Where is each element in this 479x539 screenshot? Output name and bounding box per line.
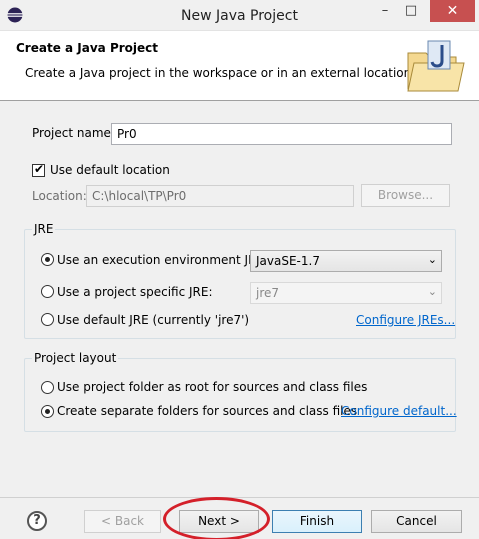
project-root-label: Use project folder as root for sources a…: [57, 380, 368, 394]
default-jre-label: Use default JRE (currently 'jre7'): [57, 313, 250, 327]
minimize-button[interactable]: –: [372, 0, 398, 22]
checkmark-icon: ✔: [34, 162, 45, 176]
java-project-folder-icon: [407, 40, 465, 92]
next-button[interactable]: Next >: [179, 510, 259, 533]
chevron-down-icon: ⌄: [427, 285, 437, 298]
configure-default-link[interactable]: Configure default...: [341, 404, 457, 418]
project-name-label: Project name:: [32, 126, 115, 140]
browse-button: Browse...: [361, 184, 450, 207]
help-icon[interactable]: ?: [27, 511, 47, 531]
project-layout-group: [24, 358, 456, 432]
project-specific-jre-radio[interactable]: [41, 285, 54, 298]
default-jre-radio[interactable]: [41, 313, 54, 326]
project-name-input[interactable]: Pr0: [111, 123, 452, 145]
execution-environment-radio[interactable]: [41, 253, 54, 266]
project-specific-jre-label: Use a project specific JRE:: [57, 285, 213, 299]
jre-group-title: JRE: [32, 222, 56, 236]
back-button: < Back: [84, 510, 161, 533]
separate-folders-label: Create separate folders for sources and …: [57, 404, 358, 418]
wizard-description: Create a Java project in the workspace o…: [25, 66, 416, 80]
execution-environment-select[interactable]: JavaSE-1.7 ⌄: [250, 250, 442, 272]
wizard-header: Create a Java Project Create a Java proj…: [0, 31, 479, 101]
project-layout-group-title: Project layout: [32, 351, 119, 365]
close-button[interactable]: ✕: [430, 0, 475, 22]
chevron-down-icon: ⌄: [427, 253, 437, 266]
maximize-button[interactable]: □: [398, 0, 424, 22]
project-specific-jre-select: jre7 ⌄: [250, 282, 442, 304]
finish-button[interactable]: Finish: [272, 510, 362, 533]
wizard-title: Create a Java Project: [16, 41, 159, 55]
location-label: Location:: [32, 189, 87, 203]
project-specific-jre-value: jre7: [256, 286, 280, 300]
use-default-location-label: Use default location: [50, 163, 170, 177]
title-bar: New Java Project – □ ✕: [0, 0, 479, 31]
separate-folders-radio[interactable]: [41, 405, 54, 418]
footer-separator: [0, 497, 479, 498]
use-default-location-checkbox[interactable]: ✔: [32, 162, 45, 177]
cancel-button[interactable]: Cancel: [371, 510, 462, 533]
project-root-radio[interactable]: [41, 381, 54, 394]
execution-environment-label: Use an execution environment JRE:: [57, 253, 269, 267]
location-input: C:\hlocal\TP\Pr0: [86, 185, 354, 207]
configure-jres-link[interactable]: Configure JREs...: [356, 313, 455, 327]
execution-environment-value: JavaSE-1.7: [256, 254, 320, 268]
